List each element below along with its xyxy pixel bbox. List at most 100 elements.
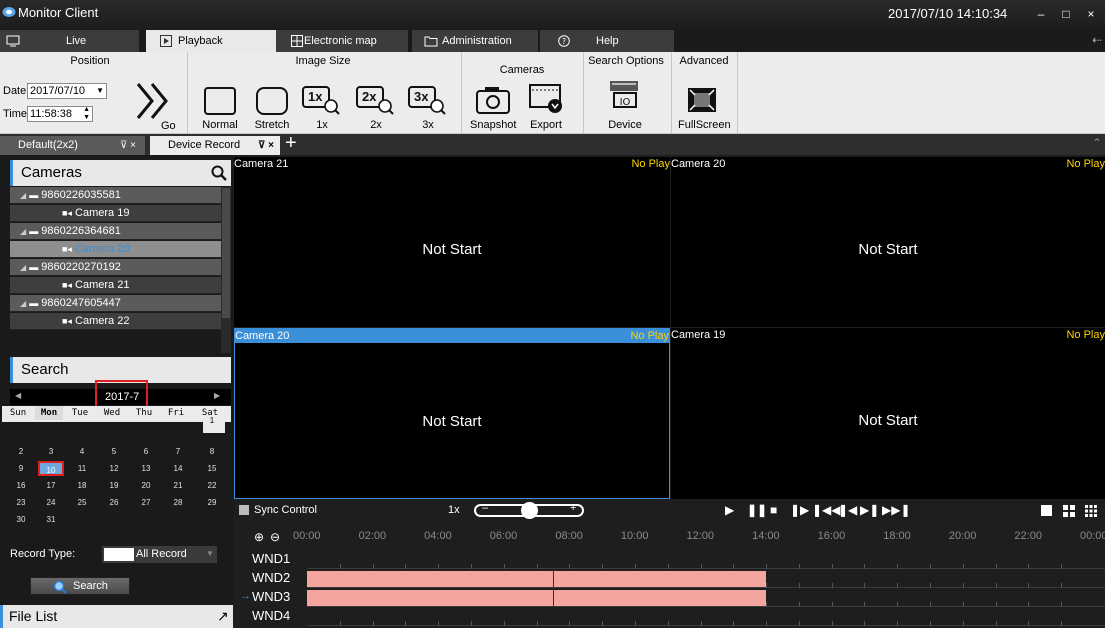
timeline-track[interactable] — [307, 570, 1105, 588]
calendar-day[interactable]: 9 — [8, 461, 34, 476]
record-segment[interactable] — [307, 571, 767, 587]
timeline-track[interactable] — [307, 551, 1105, 569]
dropdown-arrow-icon[interactable]: ▼ — [96, 84, 104, 98]
device-icon[interactable]: IO — [606, 79, 642, 117]
go-icon[interactable] — [134, 80, 174, 122]
speed-minus[interactable]: – — [482, 502, 488, 514]
snapshot-button[interactable]: Snapshot — [470, 119, 516, 131]
expand-arrow-icon[interactable]: ↗ — [217, 605, 229, 628]
timeline-tracks[interactable]: WND1 WND2 WND3 → WND4 — [234, 551, 1105, 628]
normal-size-icon[interactable] — [203, 86, 237, 116]
layout-1-icon[interactable] — [1041, 505, 1052, 516]
zoom-3x-button[interactable]: 3x — [418, 119, 438, 131]
speed-slider-thumb[interactable] — [521, 502, 538, 519]
tab-help[interactable]: ? Help — [540, 30, 674, 52]
calendar-day[interactable]: 6 — [133, 444, 159, 459]
tab-administration[interactable]: Administration — [412, 30, 538, 52]
calendar-day[interactable]: 14 — [165, 461, 191, 476]
spinner-icon[interactable]: ▲ ▼ — [83, 106, 90, 122]
export-icon[interactable] — [528, 83, 564, 115]
zoom-1x-icon[interactable]: 1x — [301, 84, 341, 116]
playhead-marker[interactable] — [552, 570, 554, 607]
calendar-day[interactable]: 19 — [101, 478, 127, 493]
tab-live[interactable]: Live — [0, 30, 139, 52]
stretch-size-icon[interactable] — [255, 86, 289, 116]
prev-month-icon[interactable]: ◀ — [15, 391, 21, 400]
expand-icon[interactable]: ◢ — [20, 191, 26, 200]
skip-back-icon[interactable]: ❚◀◀ — [812, 503, 841, 517]
device-button[interactable]: Device — [608, 119, 642, 131]
timeline-track[interactable] — [307, 608, 1105, 626]
close-tab-icon[interactable]: ⊽ × — [120, 136, 136, 155]
zoom-2x-icon[interactable]: 2x — [355, 84, 395, 116]
skip-forward-icon[interactable]: ▶▶❚ — [882, 503, 911, 517]
logout-icon[interactable]: ⇠ — [1092, 33, 1102, 47]
tab-playback[interactable]: Playback — [146, 30, 276, 52]
search-button[interactable]: Search — [30, 577, 130, 595]
calendar-day[interactable]: 18 — [69, 478, 95, 493]
next-month-icon[interactable]: ▶ — [214, 391, 220, 400]
tree-scrollbar[interactable] — [221, 187, 231, 353]
tree-camera-row[interactable]: ■◂ Camera 22 — [10, 313, 221, 330]
layout-4-icon[interactable] — [1063, 505, 1075, 517]
zoom-1x-button[interactable]: 1x — [312, 119, 332, 131]
calendar-day[interactable]: 29 — [199, 495, 225, 510]
collapse-icon[interactable]: ⌃ — [1092, 136, 1102, 150]
calendar-day[interactable]: 17 — [38, 478, 64, 493]
calendar-day[interactable]: 5 — [101, 444, 127, 459]
calendar-day[interactable]: 16 — [8, 478, 34, 493]
calendar-day[interactable]: 12 — [101, 461, 127, 476]
calendar-day[interactable]: 24 — [38, 495, 64, 510]
play-icon[interactable]: ▶ — [725, 503, 734, 517]
export-button[interactable]: Export — [527, 119, 565, 131]
fullscreen-button[interactable]: FullScreen — [678, 119, 731, 131]
calendar-day[interactable]: 27 — [133, 495, 159, 510]
tab-electronic-map[interactable]: Electronic map — [276, 30, 408, 52]
tree-device-row[interactable]: ◢ ▬ 9860247605447 — [10, 295, 221, 312]
calendar-day[interactable]: 22 — [199, 478, 225, 493]
doc-tab-device-record[interactable]: Device Record ⊽ × — [150, 136, 280, 155]
calendar-day[interactable]: 15 — [199, 461, 225, 476]
calendar-day[interactable]: 13 — [133, 461, 159, 476]
zoom-3x-icon[interactable]: 3x — [407, 84, 447, 116]
fullscreen-icon[interactable] — [686, 86, 718, 114]
tree-camera-row[interactable]: ■◂ Camera 19 — [10, 205, 221, 222]
tree-device-row[interactable]: ◢ ▬ 9860226364681 — [10, 223, 221, 240]
expand-icon[interactable]: ◢ — [20, 299, 26, 308]
normal-button[interactable]: Normal — [201, 119, 239, 131]
calendar-day[interactable]: 11 — [69, 461, 95, 476]
calendar-day[interactable]: 23 — [8, 495, 34, 510]
tree-camera-row[interactable]: ■◂ Camera 21 — [10, 277, 221, 294]
doc-tab-default[interactable]: Default(2x2) ⊽ × — [0, 136, 145, 155]
zoom-2x-button[interactable]: 2x — [366, 119, 386, 131]
calendar-day[interactable]: 3 — [38, 444, 64, 459]
calendar-day[interactable]: 8 — [199, 444, 225, 459]
layout-9-icon[interactable] — [1085, 505, 1097, 517]
sync-checkbox[interactable] — [239, 505, 249, 515]
record-type-select[interactable]: All Record ▼ — [102, 546, 217, 563]
step-forward-icon[interactable]: ❚▶ — [790, 503, 809, 517]
tree-device-row[interactable]: ◢ ▬ 9860220270192 — [10, 259, 221, 276]
calendar-day[interactable]: 7 — [165, 444, 191, 459]
calendar-day[interactable]: 21 — [165, 478, 191, 493]
video-cell-active[interactable]: Camera 20 No Play Not Start — [234, 328, 670, 499]
record-segment[interactable] — [307, 590, 767, 606]
close-button[interactable]: × — [1080, 5, 1102, 23]
file-list-header[interactable]: File List ↗ — [0, 605, 233, 628]
speed-slider[interactable]: – + — [474, 502, 584, 519]
snapshot-icon[interactable] — [475, 85, 511, 115]
calendar-day[interactable]: 30 — [8, 512, 34, 527]
close-tab-icon[interactable]: ⊽ × — [258, 136, 274, 155]
expand-icon[interactable]: ◢ — [20, 263, 26, 272]
scrollbar-thumb[interactable] — [222, 188, 230, 318]
stretch-button[interactable]: Stretch — [253, 119, 291, 131]
next-frame-icon[interactable]: ▶❚ — [860, 503, 879, 517]
timeline-track[interactable] — [307, 589, 1105, 607]
calendar-day[interactable]: 4 — [69, 444, 95, 459]
search-icon[interactable] — [211, 165, 227, 181]
add-tab-icon[interactable]: + — [285, 132, 297, 155]
tree-camera-row-selected[interactable]: ■◂ Camera 20 — [10, 241, 221, 258]
stop-icon[interactable]: ■ — [770, 503, 777, 517]
prev-frame-icon[interactable]: ❚◀ — [838, 503, 857, 517]
video-cell[interactable]: Camera 21 No Play Not Start — [234, 157, 670, 327]
